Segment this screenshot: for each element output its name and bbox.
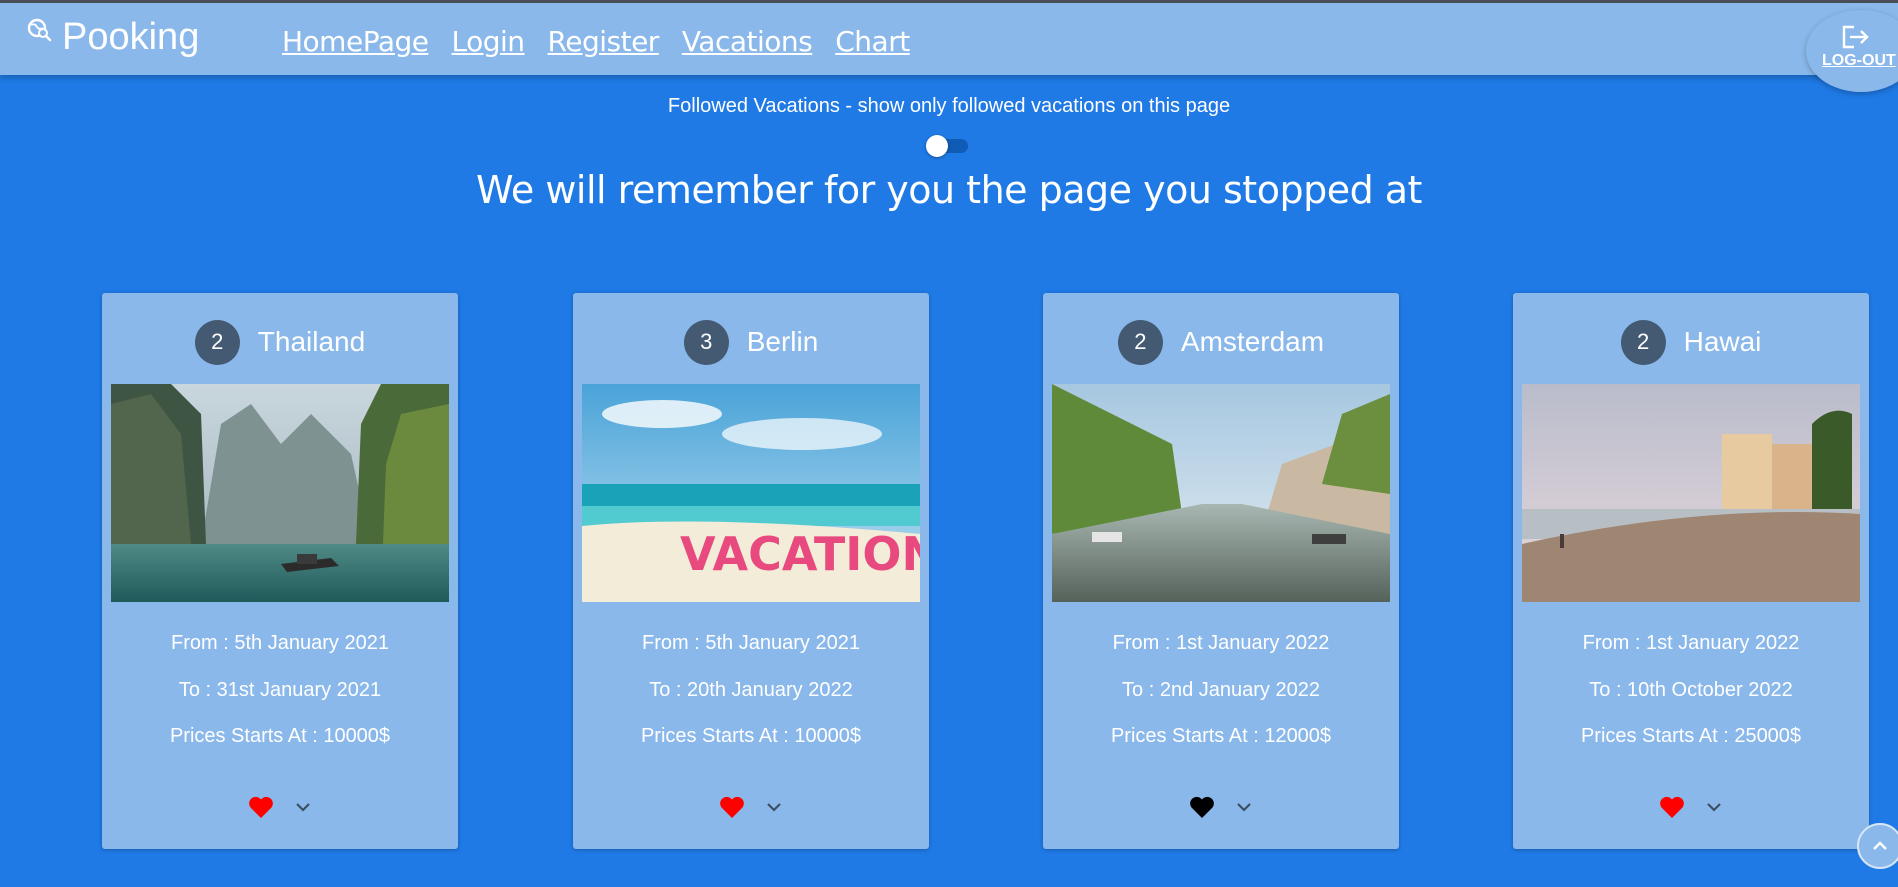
card-header: 2 Amsterdam <box>1043 319 1399 365</box>
card-to-date: To : 31st January 2021 <box>178 679 382 701</box>
scroll-to-top-button[interactable] <box>1857 823 1898 869</box>
thailand-lagoon-photo <box>111 384 449 602</box>
chevron-down-icon[interactable] <box>1235 800 1253 814</box>
logout-icon <box>1842 25 1869 49</box>
amsterdam-canal-photo <box>1052 384 1390 602</box>
card-from-date: From : 5th January 2021 <box>642 632 860 654</box>
nav-link-login[interactable]: Login <box>451 25 525 59</box>
followers-badge: 2 <box>1117 319 1163 365</box>
heart-icon[interactable] <box>719 795 745 819</box>
followed-filter-toggle[interactable] <box>926 133 970 157</box>
vacation-card-berlin: 3 Berlin VACATION From : 5th January 202… <box>573 293 929 849</box>
vacation-beach-photo: VACATION <box>582 384 920 602</box>
brand-name: Pooking <box>62 16 200 58</box>
toggle-thumb <box>926 135 948 157</box>
nav-links: HomePage Login Register Vacations Chart <box>282 25 933 59</box>
logout-label: LOG-OUT <box>1822 52 1896 69</box>
card-actions <box>1513 795 1869 819</box>
page-headline: We will remember for you the page you st… <box>476 168 1422 212</box>
card-actions <box>102 795 458 819</box>
nav-link-homepage[interactable]: HomePage <box>282 25 429 59</box>
followed-filter-label: Followed Vacations - show only followed … <box>667 95 1231 117</box>
card-from-date: From : 1st January 2022 <box>1582 632 1800 654</box>
heart-icon[interactable] <box>1189 795 1215 819</box>
chevron-down-icon[interactable] <box>294 800 312 814</box>
vacation-photo-text: VACATION <box>680 527 920 581</box>
followers-badge: 2 <box>1620 319 1666 365</box>
followers-badge: 2 <box>194 319 240 365</box>
card-actions <box>573 795 929 819</box>
card-title: Thailand <box>257 326 366 357</box>
card-price: Prices Starts At : 10000$ <box>169 725 391 747</box>
card-to-date: To : 10th October 2022 <box>1589 679 1793 701</box>
card-title: Amsterdam <box>1180 326 1325 357</box>
card-header: 3 Berlin <box>573 319 929 365</box>
vacation-card-amsterdam: 2 Amsterdam From : 1st January 2022 To :… <box>1043 293 1399 849</box>
heart-icon[interactable] <box>248 795 274 819</box>
nav-link-chart[interactable]: Chart <box>835 25 910 59</box>
chevron-up-icon <box>1873 841 1887 850</box>
card-header: 2 Thailand <box>102 319 458 365</box>
nav-link-vacations[interactable]: Vacations <box>682 25 813 59</box>
chevron-down-icon[interactable] <box>765 800 783 814</box>
card-from-date: From : 5th January 2021 <box>171 632 389 654</box>
card-price: Prices Starts At : 12000$ <box>1110 725 1332 747</box>
nav-link-register[interactable]: Register <box>548 25 660 59</box>
card-from-date: From : 1st January 2022 <box>1112 632 1330 654</box>
card-to-date: To : 20th January 2022 <box>649 679 853 701</box>
card-actions <box>1043 795 1399 819</box>
logout-button[interactable]: LOG-OUT <box>1806 10 1898 92</box>
vacation-card-thailand: 2 Thailand From : 5th January 2021 To: … <box>102 293 458 849</box>
globe-search-icon <box>27 18 52 42</box>
navbar: Pooking HomePage Login Register Vacation… <box>0 3 1898 75</box>
vacation-card-hawai: 2 Hawai From : 1st January 2022 To : 10t… <box>1513 293 1869 849</box>
followers-badge: 3 <box>683 319 729 365</box>
card-title: Berlin <box>746 326 819 357</box>
card-price: Prices Starts At : 10000$ <box>640 725 862 747</box>
chevron-down-icon[interactable] <box>1705 800 1723 814</box>
card-to-date: To : 2nd January 2022 <box>1122 679 1320 701</box>
card-title: Hawai <box>1683 326 1762 357</box>
card-header: 2 Hawai <box>1513 319 1869 365</box>
card-price: Prices Starts At : 25000$ <box>1580 725 1802 747</box>
hawaii-beach-photo <box>1522 384 1860 602</box>
heart-icon[interactable] <box>1659 795 1685 819</box>
brand[interactable]: Pooking <box>26 15 199 59</box>
